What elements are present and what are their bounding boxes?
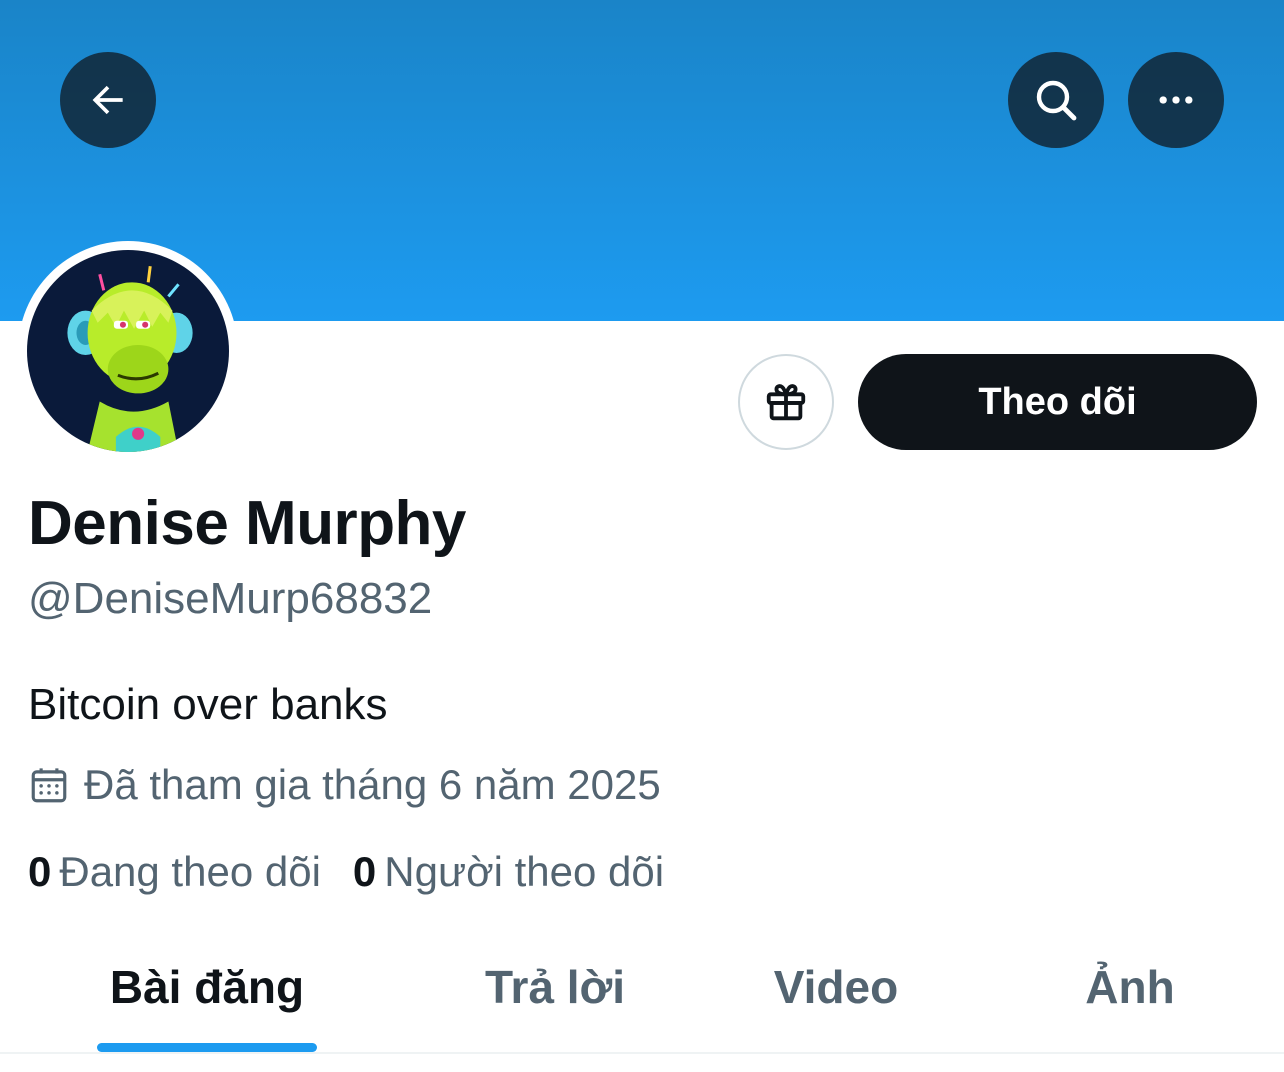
join-date-text: Đã tham gia tháng 6 năm 2025	[84, 761, 661, 808]
username-handle: @DeniseMurp68832	[28, 574, 433, 623]
more-options-button[interactable]	[1128, 52, 1224, 148]
follow-stats: 0 Đang theo dõi 0 Người theo dõi	[28, 848, 696, 896]
bio-text: Bitcoin over banks	[28, 680, 388, 729]
profile-tabs: Bài đăng Trả lời Video Ảnh	[0, 940, 1284, 1052]
back-button[interactable]	[60, 52, 156, 148]
following-count: 0	[28, 848, 52, 895]
avatar[interactable]	[18, 241, 238, 461]
arrow-left-icon	[92, 85, 123, 115]
following-label: Đang theo dõi	[59, 848, 321, 895]
follow-button[interactable]: Theo dõi	[858, 354, 1257, 450]
tab-posts-label: Bài đăng	[109, 961, 305, 1013]
tabs-divider	[0, 1052, 1284, 1054]
join-date: Đã tham gia tháng 6 năm 2025	[28, 760, 661, 810]
search-button[interactable]	[1008, 52, 1104, 148]
followers-link[interactable]: 0 Người theo dõi	[353, 848, 664, 896]
tab-video[interactable]: Video	[634, 940, 1038, 1052]
active-tab-indicator	[97, 1043, 317, 1052]
following-link[interactable]: 0 Đang theo dõi	[28, 848, 321, 896]
search-icon	[1036, 80, 1077, 121]
followers-label: Người theo dõi	[384, 848, 665, 895]
display-name: Denise Murphy	[28, 489, 466, 558]
gift-icon	[766, 384, 806, 421]
followers-count: 0	[352, 848, 377, 895]
calendar-icon	[31, 768, 67, 803]
more-horizontal-icon	[1159, 96, 1193, 104]
gift-button[interactable]	[738, 354, 834, 450]
tab-photos-label: Ảnh	[1085, 961, 1175, 1013]
avatar-ape-icon	[27, 250, 229, 452]
tab-video-label: Video	[773, 961, 899, 1013]
tab-photos[interactable]: Ảnh	[980, 940, 1280, 1052]
tab-replies-label: Trả lời	[484, 961, 626, 1013]
